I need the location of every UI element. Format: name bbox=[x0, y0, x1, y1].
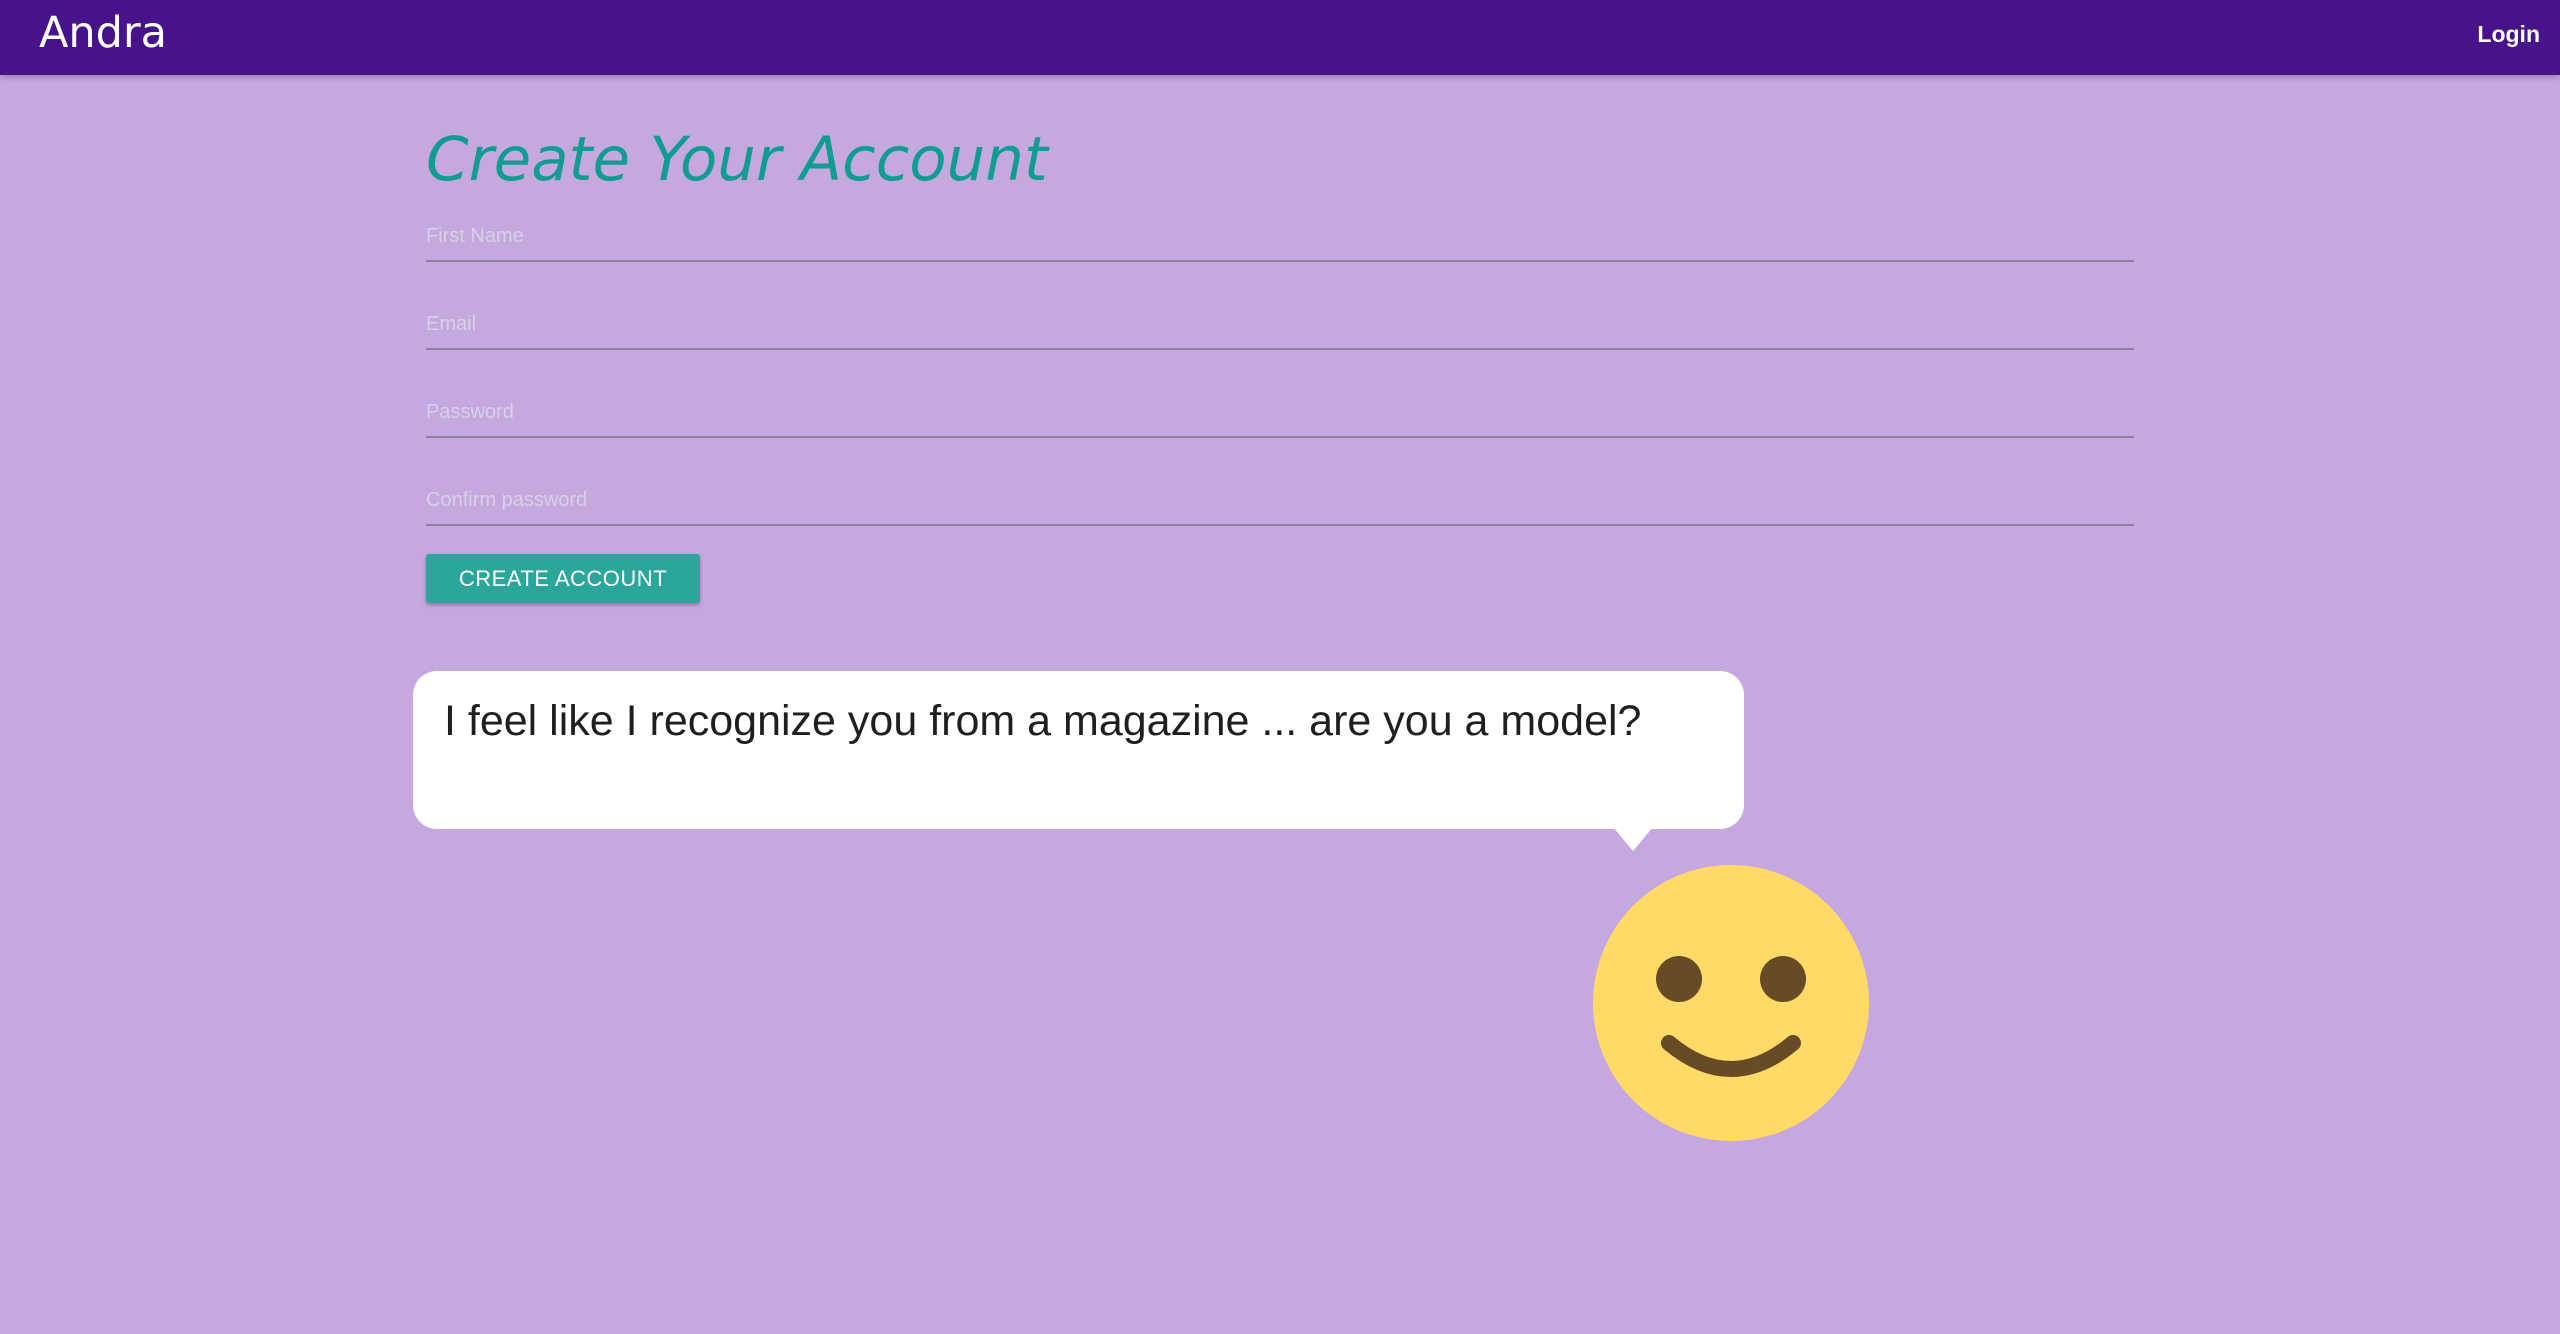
create-account-button[interactable]: CREATE ACCOUNT bbox=[426, 554, 700, 603]
smiley-face-circle bbox=[1593, 865, 1869, 1141]
smiley-right-eye bbox=[1760, 956, 1806, 1002]
password-input[interactable] bbox=[426, 388, 2134, 438]
chat-speech-bubble: I feel like I recognize you from a magaz… bbox=[413, 671, 1744, 829]
chat-message: I feel like I recognize you from a magaz… bbox=[444, 697, 1642, 745]
confirm-password-input[interactable] bbox=[426, 476, 2134, 526]
speech-bubble-tail bbox=[1613, 827, 1653, 851]
email-field-wrapper bbox=[426, 262, 2134, 350]
smiley-face-icon bbox=[1593, 865, 1869, 1141]
password-field-wrapper bbox=[426, 350, 2134, 438]
smiley-left-eye bbox=[1656, 956, 1702, 1002]
signup-form: Create Your Account CREATE ACCOUNT bbox=[426, 120, 2134, 603]
first-name-field-wrapper bbox=[426, 200, 2134, 262]
confirm-password-field-wrapper bbox=[426, 438, 2134, 526]
first-name-input[interactable] bbox=[426, 212, 2134, 262]
login-link[interactable]: Login bbox=[2477, 19, 2540, 49]
top-navbar: Andra Login bbox=[0, 0, 2560, 75]
brand-logo[interactable]: Andra bbox=[39, 8, 167, 58]
page-title: Create Your Account bbox=[426, 124, 1048, 195]
email-input[interactable] bbox=[426, 300, 2134, 350]
